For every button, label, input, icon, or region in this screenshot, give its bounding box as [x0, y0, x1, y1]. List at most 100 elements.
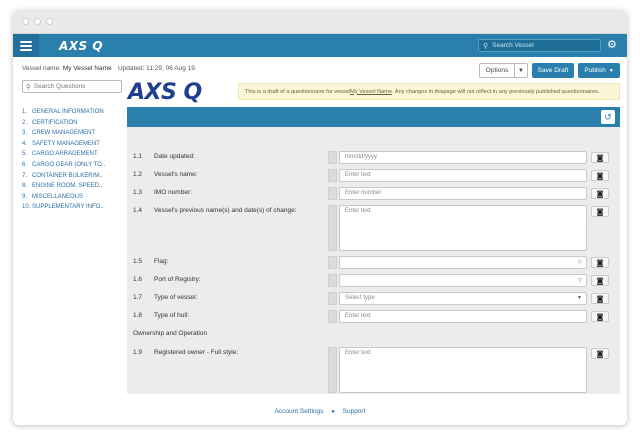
publish-label: Publish	[584, 67, 606, 74]
sidebar-item-label: CREW MANAGEMENT	[32, 130, 95, 137]
sidebar-item-number: 3.	[22, 130, 28, 137]
sidebar-item-number: 1.	[22, 109, 28, 115]
question-input[interactable]: Enter text	[339, 205, 587, 251]
question-flag	[328, 187, 337, 200]
hamburger-icon[interactable]	[13, 34, 39, 57]
comment-icon[interactable]: ◙	[591, 170, 609, 181]
sidebar-item-label: CERTIFICATION	[32, 119, 78, 126]
sidebar-item-label: MISCELLANEOUS	[32, 193, 84, 200]
search-icon: ⚲	[26, 83, 31, 91]
question-input[interactable]: Enter text	[339, 169, 587, 182]
question-select[interactable]: Select type ▼	[339, 292, 587, 305]
sidebar-item-label: CARGO GEAR (ONLY TO..	[32, 161, 106, 168]
question-label: Date updated:	[154, 153, 195, 160]
question-label: Type of vessel:	[154, 294, 198, 301]
sidebar-item[interactable]: 4. SAFETY MANAGEMENT	[22, 139, 122, 150]
caret-down-icon: ▼	[608, 67, 614, 74]
question-number: 1.7	[133, 294, 143, 301]
question-label: Vessel's previous name(s) and date(s) of…	[154, 207, 297, 214]
question-number: 1.8	[133, 312, 143, 319]
question-number: 1.6	[133, 276, 143, 283]
question-input[interactable]: Enter text	[339, 310, 587, 323]
comment-icon[interactable]: ◙	[591, 206, 609, 217]
question-placeholder: Enter text	[345, 350, 371, 356]
search-icon: ⚲	[483, 42, 489, 50]
window-dot[interactable]	[22, 18, 29, 25]
question-input[interactable]: Enter number	[339, 187, 587, 200]
sidebar-item-number: 7.	[22, 172, 28, 179]
sidebar-item-label: SAFETY MANAGEMENT	[32, 140, 100, 147]
history-icon[interactable]: ↺	[601, 110, 615, 124]
comment-icon[interactable]: ◙	[591, 188, 609, 199]
comment-icon[interactable]: ◙	[591, 152, 609, 163]
support-link[interactable]: Support	[343, 408, 366, 415]
brand-logo[interactable]: AXS Q	[59, 39, 103, 53]
question-number: 1.3	[133, 189, 143, 196]
sidebar: ⚲ Search Questions 1. GENERAL INFORMATION…	[22, 80, 122, 213]
question-flag	[328, 347, 337, 393]
question-input[interactable]: ⚲	[339, 274, 587, 287]
app-window: AXS Q ⚲ Search Vessel ⚙ Vessel name: My …	[13, 10, 627, 425]
sidebar-item[interactable]: 7. CONTAINER BULKER/M..	[22, 171, 122, 182]
sidebar-item-label: SUPPLEMENTARY INFO..	[32, 204, 104, 211]
footer-separator: ●	[331, 409, 335, 415]
sidebar-item[interactable]: 3. CREW MANAGEMENT	[22, 128, 122, 139]
window-dot[interactable]	[46, 18, 53, 25]
comment-icon[interactable]: ◙	[591, 348, 609, 359]
sidebar-item-number: 8.	[22, 183, 28, 190]
question-number: 1.5	[133, 258, 143, 265]
sidebar-item[interactable]: 1. GENERAL INFORMATION	[22, 107, 122, 118]
sidebar-item-number: 5.	[22, 151, 28, 158]
vessel-search-input[interactable]: ⚲ Search Vessel	[478, 39, 601, 52]
question-flag	[328, 169, 337, 182]
search-icon: ⚲	[577, 260, 582, 266]
question-label: Flag:	[154, 258, 169, 265]
question-placeholder: mm/dd/yyyy	[345, 154, 378, 160]
question-label: Type of hull:	[154, 312, 190, 319]
question-input[interactable]: mm/dd/yyyy	[339, 151, 587, 164]
questionnaire-panel: ↺ 1.1 Date updated: mm/dd/yyyy ◙ 1.2 Vessel's…	[127, 107, 620, 394]
question-placeholder: Select type	[345, 295, 375, 301]
section-heading: Ownership and Operation	[133, 330, 208, 337]
gear-icon[interactable]: ⚙	[607, 38, 617, 51]
footer: Account Settings ● Support	[13, 408, 627, 415]
question-input[interactable]: Enter text	[339, 347, 587, 393]
questionnaire-header: ↺	[127, 107, 620, 127]
question-flag	[328, 205, 337, 251]
sidebar-item-label: ENGINE ROOM, SPEED..	[32, 183, 103, 190]
question-placeholder: Enter number	[345, 190, 382, 196]
sidebar-item-number: 10.	[22, 204, 31, 211]
search-icon: ⚲	[577, 278, 582, 284]
draft-notice-suffix: . Any changes in thispage will not refle…	[392, 88, 600, 95]
question-number: 1.1	[133, 153, 143, 160]
search-questions-input[interactable]: ⚲ Search Questions	[22, 80, 122, 93]
sidebar-item-number: 9.	[22, 193, 28, 200]
account-settings-link[interactable]: Account Settings	[275, 408, 324, 415]
publish-button[interactable]: Publish ▼	[578, 63, 620, 78]
caret-down-icon[interactable]: ▼	[515, 64, 527, 77]
sidebar-item[interactable]: 2. CERTIFICATION	[22, 118, 122, 129]
comment-icon[interactable]: ◙	[591, 311, 609, 322]
options-dropdown[interactable]: Options ▼	[479, 63, 528, 78]
options-button[interactable]: Options	[480, 64, 515, 77]
sidebar-item-label: CARGO ARRAGEMENT	[32, 151, 98, 158]
window-dot[interactable]	[34, 18, 41, 25]
question-label: Port of Registry:	[154, 276, 201, 283]
sidebar-item[interactable]: 6. CARGO GEAR (ONLY TO..	[22, 160, 122, 171]
sidebar-item-number: 2.	[22, 119, 28, 126]
comment-icon[interactable]: ◙	[591, 293, 609, 304]
question-flag	[328, 151, 337, 164]
question-flag	[328, 292, 337, 305]
save-draft-button[interactable]: Save Draft	[532, 63, 574, 78]
window-chrome	[13, 10, 627, 34]
question-flag	[328, 310, 337, 323]
sidebar-item[interactable]: 10. SUPPLEMENTARY INFO..	[22, 202, 122, 213]
sidebar-item[interactable]: 9. MISCELLANEOUS	[22, 192, 122, 203]
draft-notice-vessel-link[interactable]: My Vessel Name	[350, 89, 392, 95]
sidebar-item[interactable]: 8. ENGINE ROOM, SPEED..	[22, 181, 122, 192]
comment-icon[interactable]: ◙	[591, 257, 609, 268]
sidebar-item[interactable]: 5. CARGO ARRAGEMENT	[22, 149, 122, 160]
question-input[interactable]: ⚲	[339, 256, 587, 269]
comment-icon[interactable]: ◙	[591, 275, 609, 286]
search-questions-placeholder: Search Questions	[33, 83, 86, 90]
